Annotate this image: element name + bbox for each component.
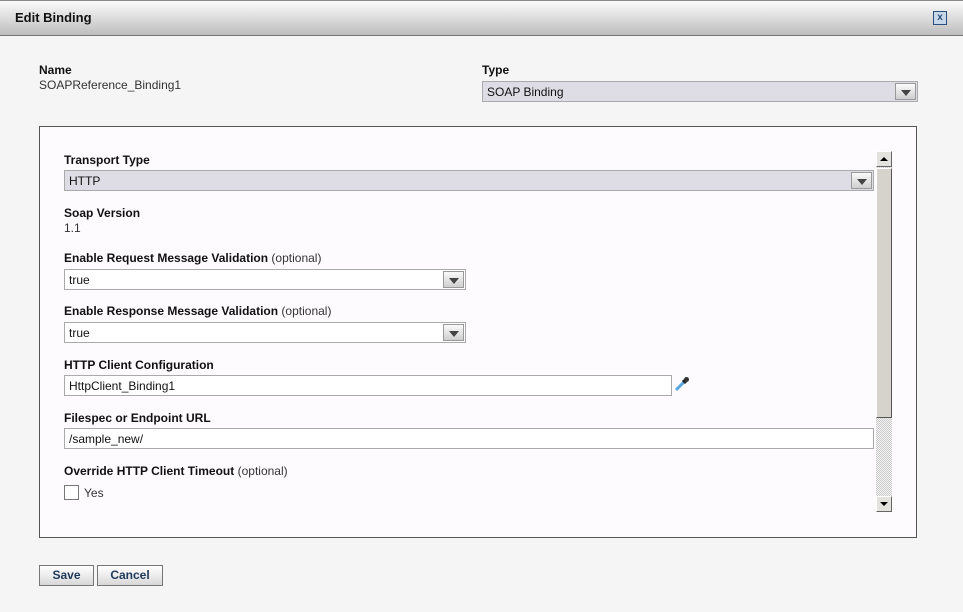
name-value: SOAPReference_Binding1 (39, 78, 182, 92)
type-select[interactable]: SOAP Binding (482, 81, 918, 102)
scrollbar-thumb[interactable] (876, 168, 892, 418)
chevron-down-icon[interactable] (895, 83, 916, 100)
dialog-title-bar[interactable]: Edit Binding x (0, 0, 963, 36)
transport-type-value: HTTP (69, 174, 101, 188)
dialog-title: Edit Binding (15, 10, 92, 25)
eyedropper-icon[interactable] (674, 376, 690, 392)
close-icon[interactable]: x (933, 11, 947, 25)
name-label: Name (39, 63, 72, 77)
request-validation-select[interactable]: true (64, 269, 466, 290)
save-button[interactable]: Save (39, 565, 94, 586)
soap-version-value: 1.1 (64, 221, 81, 235)
chevron-down-icon[interactable] (443, 271, 464, 288)
override-timeout-checkbox[interactable] (64, 485, 79, 500)
request-validation-label: Enable Request Message Validation (optio… (64, 251, 321, 265)
panel-scrollbar[interactable] (876, 151, 892, 512)
scroll-up-icon[interactable] (876, 151, 892, 167)
response-validation-label-text: Enable Response Message Validation (64, 304, 279, 318)
override-timeout-label-text: Override HTTP Client Timeout (64, 464, 235, 478)
request-validation-value: true (69, 273, 90, 287)
soap-version-label: Soap Version (64, 206, 141, 220)
optional-tag: (optional) (281, 304, 332, 318)
cancel-button[interactable]: Cancel (97, 565, 163, 586)
http-client-input[interactable]: HttpClient_Binding1 (64, 375, 672, 396)
transport-type-select[interactable]: HTTP (64, 170, 874, 191)
override-timeout-checkbox-label[interactable]: Yes (84, 486, 104, 500)
optional-tag: (optional) (237, 464, 288, 478)
chevron-down-icon[interactable] (851, 172, 872, 189)
http-client-label: HTTP Client Configuration (64, 358, 214, 372)
scroll-down-icon[interactable] (876, 496, 892, 512)
transport-type-label: Transport Type (64, 153, 150, 167)
type-label: Type (482, 63, 510, 77)
endpoint-input[interactable]: /sample_new/ (64, 428, 874, 449)
request-validation-label-text: Enable Request Message Validation (64, 251, 269, 265)
response-validation-value: true (69, 326, 90, 340)
optional-tag: (optional) (271, 251, 322, 265)
endpoint-label: Filespec or Endpoint URL (64, 411, 211, 425)
type-select-value: SOAP Binding (487, 85, 564, 99)
override-timeout-label: Override HTTP Client Timeout (optional) (64, 464, 288, 478)
response-validation-select[interactable]: true (64, 322, 466, 343)
response-validation-label: Enable Response Message Validation (opti… (64, 304, 331, 318)
chevron-down-icon[interactable] (443, 324, 464, 341)
